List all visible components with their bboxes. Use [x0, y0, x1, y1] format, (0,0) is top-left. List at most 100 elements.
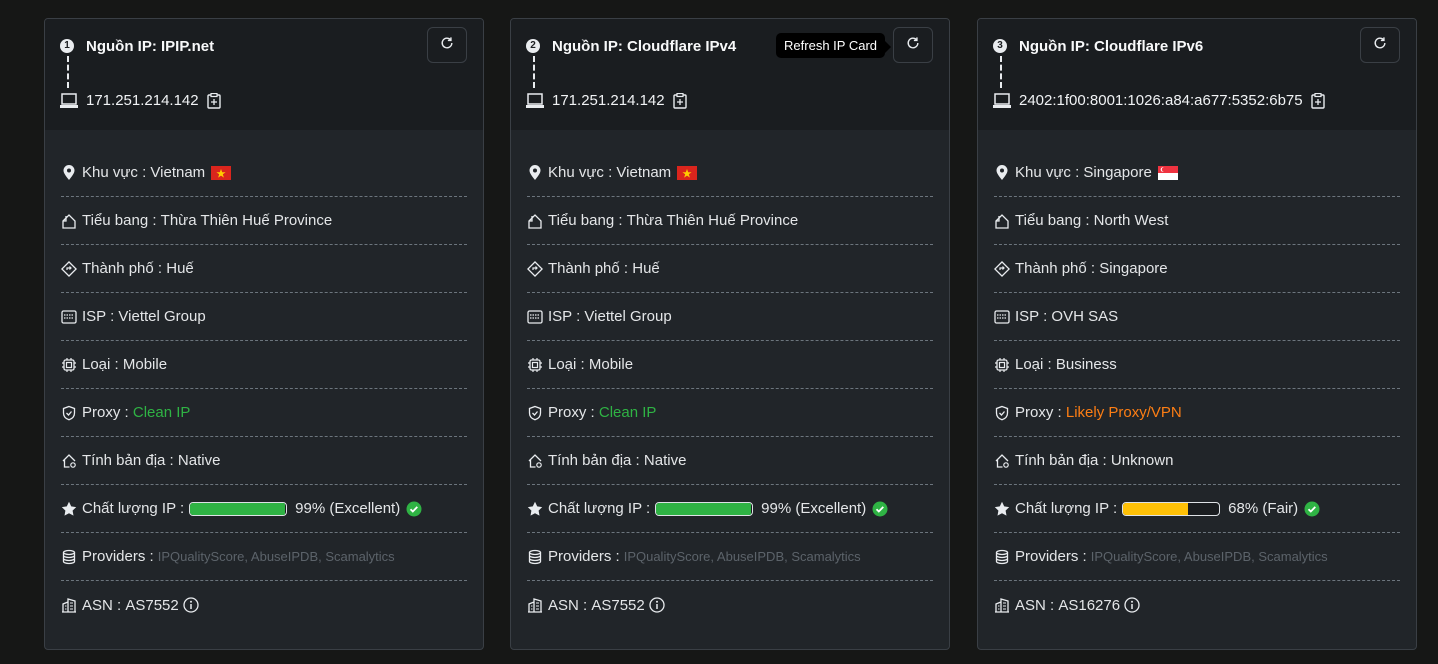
asn-value: AS16276 [1058, 596, 1121, 614]
database-icon [61, 549, 77, 565]
signpost-icon [994, 260, 1010, 277]
refresh-button[interactable] [1360, 27, 1400, 63]
quality-progress-fill [656, 502, 752, 515]
providers-row: Providers : IPQualityScore, AbuseIPDB, S… [994, 533, 1400, 581]
shield-check-icon [61, 405, 77, 421]
card-header: 2 Nguồn IP: Cloudflare IPv4 Refresh IP C… [511, 19, 949, 130]
isp-label: ISP : [1015, 308, 1048, 325]
providers-value: IPQualityScore, AbuseIPDB, Scamalytics [157, 549, 395, 564]
laptop-icon [993, 92, 1011, 109]
quality-row: Chất lượng IP : 68% (Fair) [994, 485, 1400, 533]
location-pin-icon [61, 164, 77, 181]
ip-address: 2402:1f00:8001:1026:a84:a677:5352:6b75 [1019, 92, 1303, 109]
city-label: Thành phố : [82, 260, 163, 277]
type-value: Mobile [588, 356, 634, 373]
city-value: Huế [166, 260, 194, 277]
proxy-row: Proxy : Clean IP [527, 389, 933, 437]
region-row: Khu vực : Vietnam [61, 149, 467, 197]
type-label: Loại : [548, 356, 585, 373]
state-label: Tiểu bang : [1015, 212, 1090, 229]
star-icon [61, 501, 77, 517]
native-row: Tính bản địa : Native [527, 437, 933, 485]
isp-value: Viettel Group [584, 308, 672, 325]
refresh-icon [1373, 36, 1387, 55]
proxy-label: Proxy : [82, 404, 129, 421]
native-label: Tính bản địa : [1015, 452, 1107, 469]
star-icon [994, 501, 1010, 517]
shield-check-icon [527, 405, 543, 421]
ip-card: 2 Nguồn IP: Cloudflare IPv4 Refresh IP C… [510, 18, 950, 650]
city-label: Thành phố : [548, 260, 629, 277]
providers-row: Providers : IPQualityScore, AbuseIPDB, S… [527, 533, 933, 581]
ip-details-list: Khu vực : Vietnam Tiểu bang : Thừa Thiên… [511, 130, 949, 629]
native-label: Tính bản địa : [548, 452, 640, 469]
connector-line [1000, 56, 1002, 88]
state-row: Tiểu bang : North West [994, 197, 1400, 245]
quality-progress-bar [189, 501, 288, 516]
quality-progress-fill [190, 502, 286, 515]
house-gear-icon [994, 453, 1010, 469]
vn-flag-icon [211, 165, 232, 180]
native-row: Tính bản địa : Unknown [994, 437, 1400, 485]
cpu-icon [527, 357, 543, 373]
city-row: Thành phố : Singapore [994, 245, 1400, 293]
native-row: Tính bản địa : Native [61, 437, 467, 485]
ip-address: 171.251.214.142 [86, 92, 199, 109]
isp-value: OVH SAS [1051, 308, 1119, 325]
type-row: Loại : Mobile [61, 341, 467, 389]
city-row: Thành phố : Huế [61, 245, 467, 293]
ip-address-row: 2402:1f00:8001:1026:a84:a677:5352:6b75 [993, 92, 1325, 109]
copy-clipboard-icon[interactable] [672, 92, 687, 109]
native-value: Unknown [1110, 452, 1174, 469]
info-icon[interactable] [183, 597, 199, 613]
state-row: Tiểu bang : Thừa Thiên Huế Province [61, 197, 467, 245]
signpost-icon [61, 260, 77, 277]
proxy-label: Proxy : [548, 404, 595, 421]
providers-label: Providers : [548, 548, 620, 565]
copy-clipboard-icon[interactable] [206, 92, 221, 109]
laptop-icon [526, 92, 544, 109]
type-row: Loại : Mobile [527, 341, 933, 389]
region-label: Khu vực : [1015, 164, 1080, 181]
refresh-icon [440, 36, 454, 55]
quality-progress-bar [1122, 501, 1221, 516]
asn-label: ASN : [1015, 596, 1055, 614]
asn-row: ASN : AS7552 [527, 581, 933, 629]
isp-label: ISP : [82, 308, 115, 325]
quality-label: Chất lượng IP : [82, 500, 185, 517]
region-value: Vietnam [150, 164, 206, 181]
asn-value: AS7552 [591, 596, 645, 614]
quality-label: Chất lượng IP : [548, 500, 651, 517]
asn-label: ASN : [82, 596, 122, 614]
quality-row: Chất lượng IP : 99% (Excellent) [527, 485, 933, 533]
house-icon [61, 213, 77, 229]
region-row: Khu vực : Singapore [994, 149, 1400, 197]
buildings-icon [61, 597, 77, 613]
refresh-button[interactable] [893, 27, 933, 63]
card-header: 1 Nguồn IP: IPIP.net 171.251.214.142 [45, 19, 483, 130]
proxy-status: Likely Proxy/VPN [1065, 404, 1182, 421]
refresh-button[interactable] [427, 27, 467, 63]
copy-clipboard-icon[interactable] [1310, 92, 1325, 109]
quality-progress-bar [655, 501, 754, 516]
type-label: Loại : [82, 356, 119, 373]
quality-value: 99% (Excellent) [761, 500, 867, 517]
asn-row: ASN : AS7552 [61, 581, 467, 629]
isp-row: ISP : Viettel Group [61, 293, 467, 341]
location-pin-icon [527, 164, 543, 181]
type-value: Mobile [122, 356, 168, 373]
ip-address-row: 171.251.214.142 [60, 92, 221, 109]
info-icon[interactable] [649, 597, 665, 613]
cpu-icon [61, 357, 77, 373]
info-icon[interactable] [1124, 597, 1140, 613]
ip-card: 3 Nguồn IP: Cloudflare IPv6 2402:1f00:80… [977, 18, 1417, 650]
location-pin-icon [994, 164, 1010, 181]
ip-details-list: Khu vực : Vietnam Tiểu bang : Thừa Thiên… [45, 130, 483, 629]
isp-value: Viettel Group [118, 308, 206, 325]
refresh-tooltip: Refresh IP Card [776, 33, 891, 58]
check-circle-icon [406, 501, 422, 517]
source-title: Nguồn IP: IPIP.net [86, 38, 215, 55]
type-value: Business [1055, 356, 1117, 373]
native-label: Tính bản địa : [82, 452, 174, 469]
check-circle-icon [1304, 501, 1320, 517]
